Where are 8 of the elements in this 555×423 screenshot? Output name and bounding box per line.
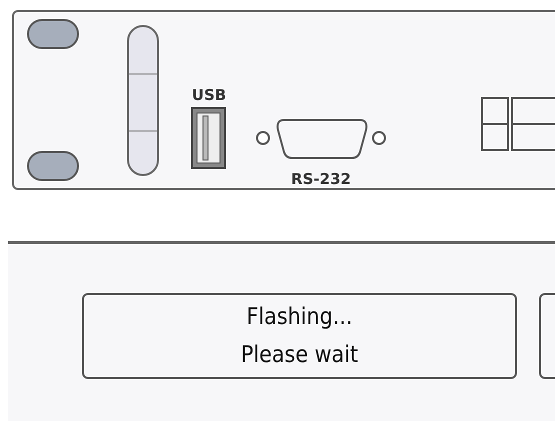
usb-port-icon — [191, 107, 226, 169]
serial-port-label: RS-232 — [291, 170, 351, 188]
usb-label: USB — [192, 86, 226, 104]
serial-port-icon — [256, 119, 386, 159]
mounting-hole-icon — [27, 151, 79, 181]
mounting-hole-icon — [27, 19, 79, 49]
handle-icon — [127, 25, 159, 176]
status-message: Flashing... Please wait — [240, 303, 358, 370]
